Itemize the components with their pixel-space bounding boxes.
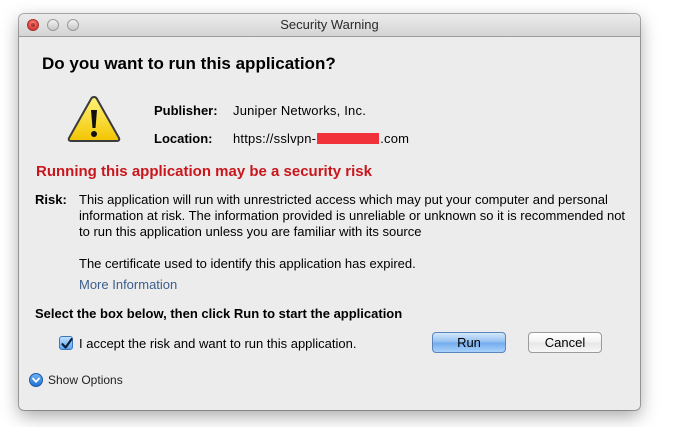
accept-risk-checkbox[interactable] xyxy=(59,336,73,350)
location-prefix: https://sslvpn- xyxy=(233,131,317,146)
window-title: Security Warning xyxy=(280,17,379,32)
select-instruction: Select the box below, then click Run to … xyxy=(35,306,403,321)
more-information-link[interactable]: More Information xyxy=(79,277,177,292)
security-warning-dialog: Security Warning Do you want to run this… xyxy=(19,14,640,410)
location-suffix: .com xyxy=(380,131,410,146)
risk-warning-header: Running this application may be a securi… xyxy=(36,163,372,180)
location-value: https://sslvpn- .com xyxy=(233,131,409,146)
checkmark-icon xyxy=(61,338,73,349)
risk-label: Risk: xyxy=(35,192,67,207)
cancel-button[interactable]: Cancel xyxy=(528,332,602,353)
dialog-heading: Do you want to run this application? xyxy=(42,54,336,73)
chevron-down-icon xyxy=(29,373,43,387)
warning-triangle-icon xyxy=(66,94,122,144)
publisher-label: Publisher: xyxy=(154,103,218,118)
accept-risk-label[interactable]: I accept the risk and want to run this a… xyxy=(79,336,357,351)
run-button[interactable]: Run xyxy=(432,332,506,353)
redaction-mark xyxy=(317,133,380,144)
show-options-label: Show Options xyxy=(48,373,123,387)
title-bar[interactable]: Security Warning xyxy=(19,14,640,37)
certificate-expired-text: The certificate used to identify this ap… xyxy=(79,256,416,271)
risk-description: This application will run with unrestric… xyxy=(79,192,626,239)
publisher-value: Juniper Networks, Inc. xyxy=(233,103,367,118)
location-label: Location: xyxy=(154,131,213,146)
